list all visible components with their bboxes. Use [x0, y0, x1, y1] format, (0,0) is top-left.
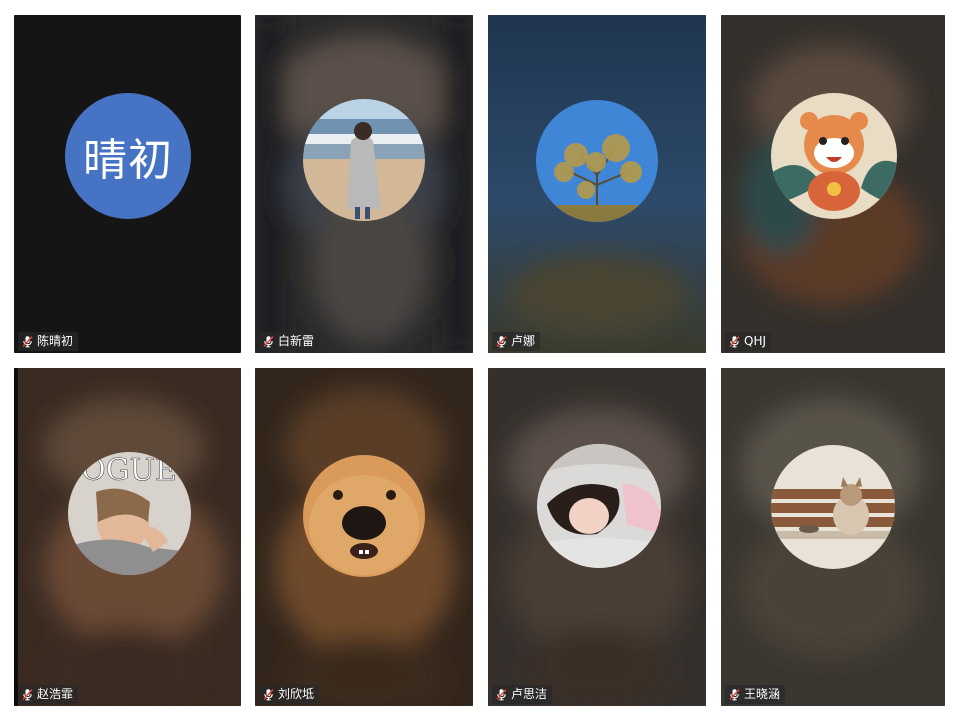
participant-tile-4[interactable]: QHJ [721, 15, 945, 353]
participant-tile-2[interactable]: 白新雷 [255, 15, 473, 353]
nametag: 王晓涵 [725, 685, 786, 704]
participant-name: 陈晴初 [37, 334, 74, 348]
mic-muted-icon [262, 335, 275, 348]
nametag: 卢思洁 [492, 685, 553, 704]
avatar-photo [771, 93, 897, 219]
participant-name: QHJ [744, 334, 767, 348]
nametag: 陈晴初 [18, 332, 79, 351]
participant-name: 白新雷 [278, 334, 315, 348]
participant-tile-7[interactable]: 卢思洁 [488, 368, 706, 706]
participant-tile-3[interactable]: 卢娜 [488, 15, 706, 353]
nametag: 白新雷 [259, 332, 320, 351]
mic-muted-icon [21, 688, 34, 701]
mic-muted-icon [495, 688, 508, 701]
mic-muted-icon [728, 335, 741, 348]
avatar-photo [303, 455, 425, 577]
participant-name: 刘欣坻 [278, 687, 315, 701]
participant-tile-5[interactable]: OGUE 赵浩霏 [14, 368, 241, 706]
participant-name: 卢娜 [511, 334, 536, 348]
participant-name: 赵浩霏 [37, 687, 74, 701]
participant-name: 王晓涵 [744, 687, 781, 701]
mic-muted-icon [495, 335, 508, 348]
participant-tile-6[interactable]: 刘欣坻 [255, 368, 473, 706]
avatar-photo: OGUE [68, 452, 191, 575]
avatar-photo [771, 445, 895, 569]
nametag: 卢娜 [492, 332, 541, 351]
participant-name: 卢思洁 [511, 687, 548, 701]
avatar-photo [303, 99, 425, 221]
initials-avatar: 晴初 [65, 93, 191, 219]
avatar-photo [536, 100, 658, 222]
mic-muted-icon [21, 335, 34, 348]
participant-tile-8[interactable]: 王晓涵 [721, 368, 945, 706]
participant-tile-1[interactable]: 晴初 陈晴初 [14, 15, 241, 353]
nametag: QHJ [725, 332, 772, 351]
nametag: 刘欣坻 [259, 685, 320, 704]
avatar-photo [537, 444, 661, 568]
mic-muted-icon [728, 688, 741, 701]
nametag: 赵浩霏 [18, 685, 79, 704]
mic-muted-icon [262, 688, 275, 701]
